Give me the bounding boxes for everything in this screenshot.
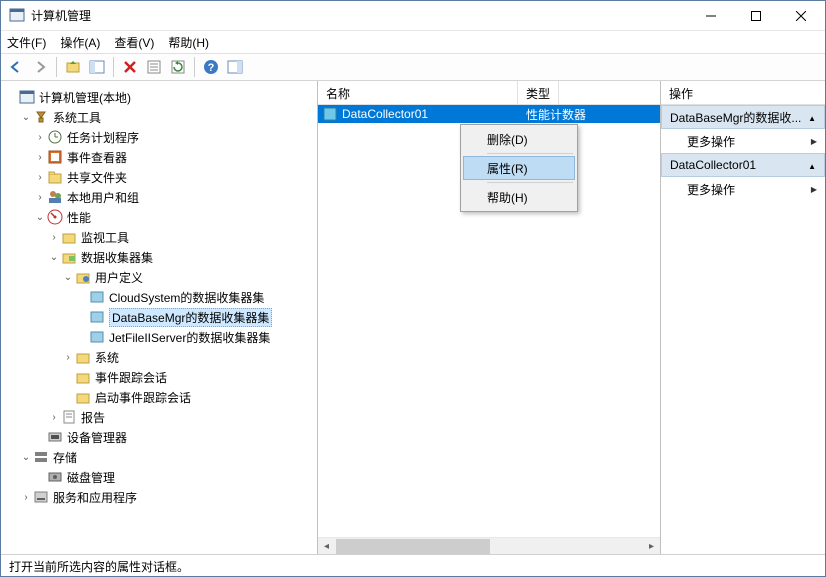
tree-reports[interactable]: ›报告 — [5, 407, 313, 427]
tree-performance[interactable]: ⌄性能 — [5, 207, 313, 227]
action-more-2[interactable]: 更多操作 — [661, 177, 825, 201]
horizontal-scrollbar[interactable]: ◂ ▸ — [318, 537, 660, 554]
actions-pane: 操作 DataBaseMgr的数据收... 更多操作 DataCollector… — [661, 81, 825, 554]
tree-storage[interactable]: ⌄存储 — [5, 447, 313, 467]
toolbar: ? — [1, 53, 825, 81]
collapse-icon — [808, 110, 816, 124]
toolbar-separator — [113, 57, 114, 77]
collapse-icon — [808, 158, 816, 172]
tree-shared-folders[interactable]: ›共享文件夹 — [5, 167, 313, 187]
chevron-right-icon — [811, 184, 817, 195]
action-section-2[interactable]: DataCollector01 — [661, 153, 825, 177]
menu-help[interactable]: 帮助(H) — [463, 185, 575, 209]
menu-file[interactable]: 文件(F) — [7, 34, 46, 51]
menu-action[interactable]: 操作(A) — [60, 34, 100, 51]
list-header: 名称 类型 — [318, 81, 660, 105]
tree-task-scheduler[interactable]: ›任务计划程序 — [5, 127, 313, 147]
close-button[interactable] — [778, 2, 823, 30]
row-name: DataCollector01 — [342, 107, 428, 121]
row-type: 性能计数器 — [526, 108, 586, 122]
tree-event-viewer[interactable]: ›事件查看器 — [5, 147, 313, 167]
tree-root[interactable]: 计算机管理(本地) — [5, 87, 313, 107]
scroll-right-icon[interactable]: ▸ — [643, 539, 660, 554]
toolbar-separator — [56, 57, 57, 77]
menu-separator — [487, 182, 573, 183]
status-bar: 打开当前所选内容的属性对话框。 — [1, 554, 825, 576]
context-menu: 删除(D) 属性(R) 帮助(H) — [460, 124, 578, 212]
tree-system[interactable]: ›系统 — [5, 347, 313, 367]
scroll-left-icon[interactable]: ◂ — [318, 539, 335, 554]
tree-local-users[interactable]: ›本地用户和组 — [5, 187, 313, 207]
toolbar-separator — [194, 57, 195, 77]
menu-separator — [487, 153, 573, 154]
scrollbar-thumb[interactable] — [336, 539, 490, 554]
tree-databasemgr[interactable]: DataBaseMgr的数据收集器集 — [5, 307, 313, 327]
actions-header: 操作 — [661, 81, 825, 105]
forward-button[interactable] — [29, 56, 51, 78]
list-row[interactable]: DataCollector01 性能计数器 — [318, 105, 660, 123]
action-section-1[interactable]: DataBaseMgr的数据收... — [661, 105, 825, 129]
app-icon — [9, 8, 25, 24]
column-name[interactable]: 名称 — [318, 81, 518, 104]
chevron-right-icon — [811, 136, 817, 147]
menu-bar: 文件(F) 操作(A) 查看(V) 帮助(H) — [1, 31, 825, 53]
tree-user-defined[interactable]: ⌄用户定义 — [5, 267, 313, 287]
tree-pane: 计算机管理(本地) ⌄系统工具 ›任务计划程序 ›事件查看器 ›共享文件夹 ›本… — [1, 81, 318, 554]
window-title: 计算机管理 — [31, 7, 688, 24]
tree-services-apps[interactable]: ›服务和应用程序 — [5, 487, 313, 507]
tree-jetfile[interactable]: JetFileIIServer的数据收集器集 — [5, 327, 313, 347]
menu-properties[interactable]: 属性(R) — [463, 156, 575, 180]
tree-cloudsystem[interactable]: CloudSystem的数据收集器集 — [5, 287, 313, 307]
refresh-button[interactable] — [167, 56, 189, 78]
column-type[interactable]: 类型 — [518, 81, 559, 104]
tree-startup-trace[interactable]: 启动事件跟踪会话 — [5, 387, 313, 407]
maximize-button[interactable] — [733, 2, 778, 30]
tree-disk-mgmt[interactable]: 磁盘管理 — [5, 467, 313, 487]
show-hide-tree-button[interactable] — [86, 56, 108, 78]
tree-event-trace[interactable]: 事件跟踪会话 — [5, 367, 313, 387]
back-button[interactable] — [5, 56, 27, 78]
svg-text:?: ? — [208, 62, 215, 74]
title-bar: 计算机管理 — [1, 1, 825, 31]
menu-view[interactable]: 查看(V) — [114, 34, 154, 51]
tree-data-collector-sets[interactable]: ⌄数据收集器集 — [5, 247, 313, 267]
tree-system-tools[interactable]: ⌄系统工具 — [5, 107, 313, 127]
action-more-1[interactable]: 更多操作 — [661, 129, 825, 153]
up-button[interactable] — [62, 56, 84, 78]
menu-delete[interactable]: 删除(D) — [463, 127, 575, 151]
properties-button[interactable] — [143, 56, 165, 78]
show-hide-action-button[interactable] — [224, 56, 246, 78]
tree-monitoring-tools[interactable]: ›监视工具 — [5, 227, 313, 247]
delete-button[interactable] — [119, 56, 141, 78]
collector-icon — [322, 106, 338, 122]
minimize-button[interactable] — [688, 2, 733, 30]
tree-device-manager[interactable]: 设备管理器 — [5, 427, 313, 447]
help-button[interactable]: ? — [200, 56, 222, 78]
menu-help[interactable]: 帮助(H) — [168, 34, 209, 51]
